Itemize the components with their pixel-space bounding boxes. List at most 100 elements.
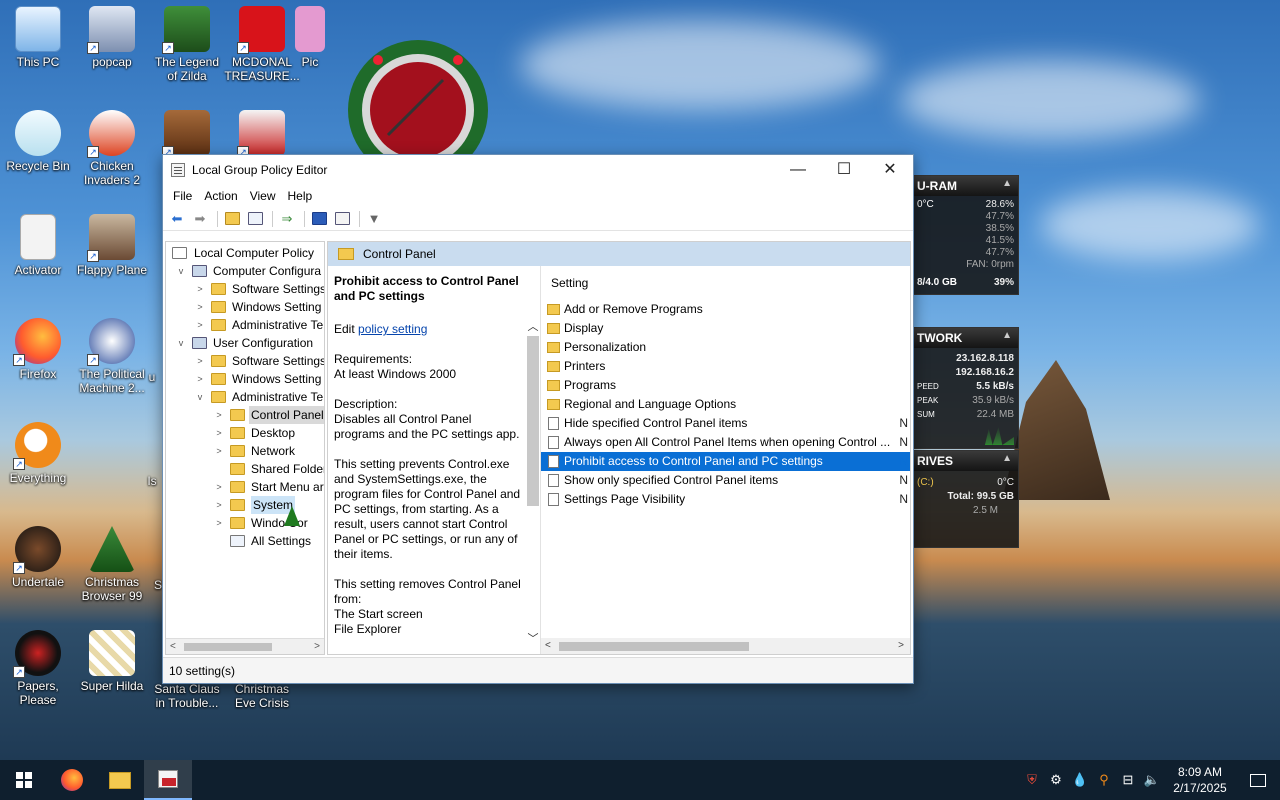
help-icon[interactable] xyxy=(309,210,329,228)
taskbar-file-explorer[interactable] xyxy=(96,760,144,800)
desktop-icon-is[interactable]: Is xyxy=(142,474,162,488)
start-button[interactable] xyxy=(0,760,48,800)
desktop-icon-activator[interactable]: Activator xyxy=(0,214,76,277)
desktop-icon-pic[interactable]: Pic xyxy=(290,6,330,69)
expand-chevron-icon[interactable]: > xyxy=(214,424,224,442)
network-icon[interactable]: ⊟ xyxy=(1116,760,1140,800)
expand-chevron-icon[interactable]: > xyxy=(214,478,224,496)
scroll-thumb[interactable] xyxy=(559,642,749,651)
scroll-up-icon[interactable]: ︿ xyxy=(526,318,540,334)
desktop-icon-flappy-plane[interactable]: ↗ Flappy Plane xyxy=(74,214,150,277)
expand-chevron-icon[interactable]: > xyxy=(195,370,205,388)
tree-node[interactable]: > Software Settings xyxy=(166,280,324,298)
desktop-icon-undertale[interactable]: ↗ Undertale xyxy=(0,526,76,589)
desktop-icon-mcdonald-treasure[interactable]: ↗ MCDONAL TREASURE... xyxy=(224,6,300,83)
taskbar-firefox[interactable] xyxy=(48,760,96,800)
maximize-button[interactable]: ☐ xyxy=(821,155,867,185)
expand-chevron-icon[interactable]: > xyxy=(195,316,205,334)
desktop-icon-super-hilda[interactable]: Super Hilda xyxy=(74,630,150,693)
tree-node[interactable]: > Start Menu ar xyxy=(166,478,324,496)
desktop-icon-papers-please[interactable]: ↗ Papers, Please xyxy=(0,630,76,707)
scroll-thumb[interactable] xyxy=(527,336,539,506)
up-folder-icon[interactable] xyxy=(222,210,242,228)
tree-node-control-panel[interactable]: > Control Panel xyxy=(166,406,324,424)
tree-node[interactable]: v Computer Configura xyxy=(166,262,324,280)
list-item[interactable]: Hide specified Control Panel items N xyxy=(541,414,910,433)
collapse-arrow-icon[interactable]: ▲ xyxy=(1002,330,1012,341)
properties-icon[interactable] xyxy=(332,210,352,228)
title-bar[interactable]: Local Group Policy Editor — ☐ ✕ xyxy=(163,155,913,185)
tree-node[interactable]: Shared Folder xyxy=(166,460,324,478)
show-hide-tree-icon[interactable] xyxy=(245,210,265,228)
scroll-down-icon[interactable]: ﹀ xyxy=(526,630,540,646)
scroll-left-icon[interactable]: < xyxy=(545,638,551,654)
edit-policy-setting-link[interactable]: policy setting xyxy=(358,322,427,336)
expand-chevron-icon[interactable]: v xyxy=(176,334,186,352)
collapse-arrow-icon[interactable]: ▲ xyxy=(1002,453,1012,464)
list-item[interactable]: Regional and Language Options xyxy=(541,395,910,414)
close-button[interactable]: ✕ xyxy=(867,155,913,185)
taskbar-group-policy-editor[interactable] xyxy=(144,760,192,800)
scroll-right-icon[interactable]: > xyxy=(314,639,320,654)
desktop-icon-this-pc[interactable]: This PC xyxy=(0,6,76,69)
menu-view[interactable]: View xyxy=(244,189,282,203)
desktop-icon-recycle-bin[interactable]: Recycle Bin xyxy=(0,110,76,173)
list-item-selected[interactable]: Prohibit access to Control Panel and PC … xyxy=(541,452,910,471)
tree-node[interactable]: > Windo Cor xyxy=(166,514,324,532)
desktop-icon-political-machine[interactable]: ↗ The Political Machine 2... xyxy=(74,318,150,395)
expand-chevron-icon[interactable]: > xyxy=(195,298,205,316)
list-item[interactable]: Add or Remove Programs xyxy=(541,300,910,319)
desktop-icon-firefox[interactable]: ↗ Firefox xyxy=(0,318,76,381)
minimize-button[interactable]: — xyxy=(775,155,821,185)
scroll-left-icon[interactable]: < xyxy=(170,639,176,654)
column-header-setting[interactable]: Setting xyxy=(545,270,910,300)
tree-node[interactable]: Local Computer Policy xyxy=(166,244,324,262)
expand-chevron-icon[interactable]: > xyxy=(214,496,224,514)
forward-arrow-icon[interactable]: ➡ xyxy=(190,210,210,228)
desktop-icon-legend-of-zilda[interactable]: ↗ The Legend of Zilda xyxy=(149,6,225,83)
tree-node-system[interactable]: > System xyxy=(166,496,324,514)
tree-node[interactable]: All Settings xyxy=(166,532,324,550)
desktop-icon-christmas-eve-crisis[interactable]: Christmas Eve Crisis xyxy=(224,682,300,710)
list-item[interactable]: Settings Page Visibility N xyxy=(541,490,910,509)
clock[interactable]: 8:09 AM 2/17/2025 xyxy=(1164,764,1236,796)
expand-chevron-icon[interactable]: > xyxy=(195,280,205,298)
menu-file[interactable]: File xyxy=(167,189,198,203)
volume-muted-icon[interactable]: 🔈 xyxy=(1140,760,1164,800)
tree-node[interactable]: > Administrative Te xyxy=(166,316,324,334)
desktop-icon-christmas-browser[interactable]: Christmas Browser 99 xyxy=(74,526,150,603)
water-drop-icon[interactable]: 💧 xyxy=(1068,760,1092,800)
export-list-icon[interactable]: ⇒ xyxy=(277,210,297,228)
back-arrow-icon[interactable]: ⬅ xyxy=(167,210,187,228)
scroll-right-icon[interactable]: > xyxy=(898,638,904,654)
desktop-icon-snowman[interactable]: ↗ xyxy=(224,110,300,159)
expand-chevron-icon[interactable]: > xyxy=(195,352,205,370)
desktop-icon-chicken-invaders[interactable]: ↗ Chicken Invaders 2 xyxy=(74,110,150,187)
list-item[interactable]: Personalization xyxy=(541,338,910,357)
list-item[interactable]: Programs xyxy=(541,376,910,395)
desktop-icon-santa-claus[interactable]: Santa Claus in Trouble... xyxy=(149,682,225,710)
search-everything-icon[interactable]: ⚲ xyxy=(1092,760,1116,800)
expand-chevron-icon[interactable]: > xyxy=(214,442,224,460)
tree-node[interactable]: v Administrative Te xyxy=(166,388,324,406)
expand-chevron-icon[interactable]: > xyxy=(214,514,224,532)
list-item[interactable]: Always open All Control Panel Items when… xyxy=(541,433,910,452)
expand-chevron-icon[interactable]: v xyxy=(176,262,186,280)
tree-node[interactable]: > Desktop xyxy=(166,424,324,442)
notification-button[interactable] xyxy=(1236,760,1280,800)
menu-help[interactable]: Help xyxy=(282,189,319,203)
expand-chevron-icon[interactable]: v xyxy=(195,388,205,406)
tree-node[interactable]: > Network xyxy=(166,442,324,460)
horizontal-scrollbar[interactable]: < > xyxy=(541,638,910,654)
tree-node[interactable]: > Windows Setting xyxy=(166,298,324,316)
horizontal-scrollbar[interactable]: < > xyxy=(166,638,324,654)
scroll-thumb[interactable] xyxy=(184,643,272,651)
description-scrollbar[interactable]: ︿ ﹀ xyxy=(526,266,540,654)
tree-node[interactable]: v User Configuration xyxy=(166,334,324,352)
desktop-icon-u[interactable]: u xyxy=(142,370,162,384)
expand-chevron-icon[interactable]: > xyxy=(214,406,224,424)
list-item[interactable]: Display xyxy=(541,319,910,338)
menu-action[interactable]: Action xyxy=(198,189,243,203)
filter-icon[interactable]: ▼ xyxy=(364,210,384,228)
security-alert-icon[interactable]: ⛨ xyxy=(1020,760,1044,800)
